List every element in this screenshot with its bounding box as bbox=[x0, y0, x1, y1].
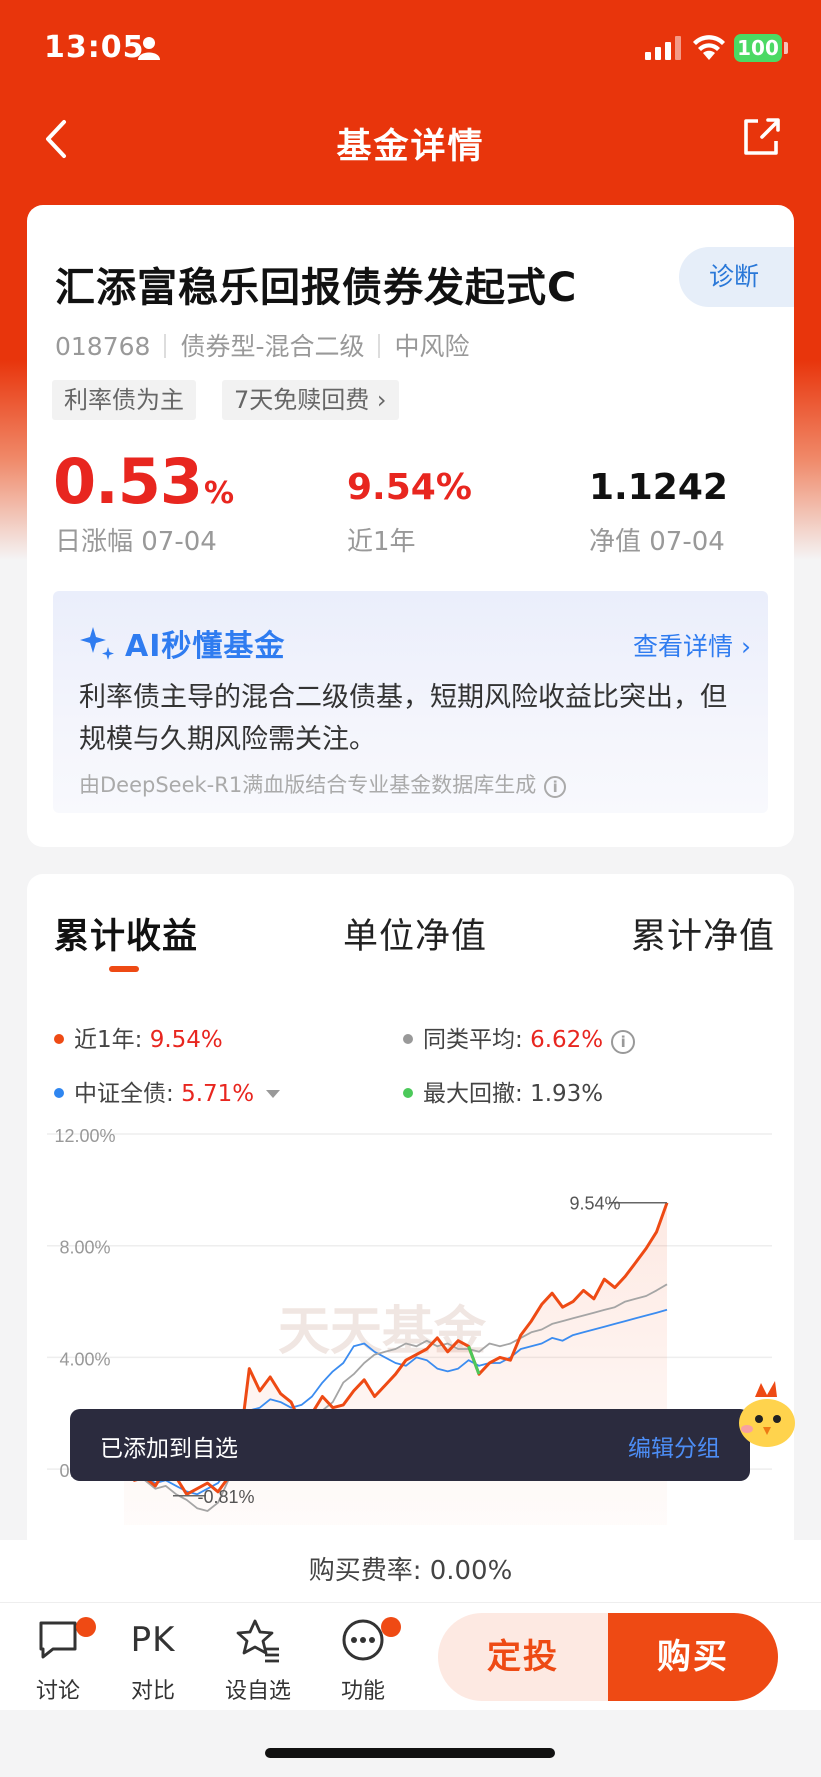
daily-change-label: 日涨幅 07-04 bbox=[55, 527, 217, 557]
tab-unit-nav[interactable]: 单位净值 bbox=[343, 908, 487, 959]
legend-dot-drawdown bbox=[403, 1088, 413, 1098]
fund-type: 债券型-混合二级 bbox=[180, 332, 365, 361]
status-bar: 13:05 100 bbox=[0, 0, 821, 100]
status-time: 13:05 bbox=[44, 30, 145, 65]
year-return-label: 近1年 bbox=[347, 527, 416, 557]
ai-source-note: 由DeepSeek-R1满血版结合专业基金数据库生成 i bbox=[79, 769, 567, 799]
fund-info-card: 汇添富稳乐回报债券发起式C 诊断 018768 债券型-混合二级 中风险 利率债为主… bbox=[27, 205, 794, 847]
info-icon[interactable]: i bbox=[544, 776, 567, 798]
chick-mascot-icon[interactable] bbox=[725, 1375, 805, 1455]
legend-value: 1.93% bbox=[530, 1081, 604, 1107]
legend-value: 6.62% bbox=[530, 1027, 604, 1053]
ai-title: AI秒懂基金 bbox=[125, 629, 286, 664]
performance-chart[interactable]: 12.00%8.00%4.00%0.00%天天基金9.54%-0.81% bbox=[27, 1124, 794, 1554]
legend-value: 5.71% bbox=[181, 1081, 255, 1107]
chat-bubble-icon bbox=[39, 1621, 77, 1659]
divider bbox=[164, 334, 167, 358]
functions-button[interactable]: 功能 bbox=[323, 1617, 403, 1705]
home-indicator bbox=[265, 1748, 555, 1758]
ai-source-text: 由DeepSeek-R1满血版结合专业基金数据库生成 bbox=[79, 773, 537, 797]
purchase-fee: 购买费率: 0.00% bbox=[0, 1540, 821, 1602]
y-tick-label: 12.00% bbox=[54, 1126, 115, 1146]
nav-value: 1.1242 bbox=[589, 467, 728, 508]
fund-risk: 中风险 bbox=[394, 332, 470, 361]
legend-label: 最大回撤: bbox=[423, 1081, 531, 1107]
active-tab-indicator bbox=[109, 966, 139, 972]
y-tick-label: 8.00% bbox=[59, 1238, 110, 1258]
discuss-label: 讨论 bbox=[35, 1679, 80, 1704]
daily-change-value: 0.53 bbox=[53, 445, 203, 518]
tab-cumulative-return[interactable]: 累计收益 bbox=[54, 908, 198, 959]
pk-icon: PK bbox=[130, 1620, 176, 1660]
legend-dot-fund bbox=[54, 1034, 64, 1044]
max-annotation-label: 9.54% bbox=[569, 1194, 620, 1214]
chevron-down-icon bbox=[266, 1090, 281, 1098]
star-list-icon bbox=[236, 1619, 279, 1663]
share-icon[interactable] bbox=[740, 115, 782, 159]
legend-peer-average: 同类平均: 6.62% i bbox=[403, 1020, 636, 1054]
min-annotation-label: -0.81% bbox=[197, 1487, 254, 1507]
toast: 已添加到自选 编辑分组 bbox=[70, 1409, 750, 1481]
auto-invest-button[interactable]: 定投 bbox=[438, 1613, 608, 1701]
add-watchlist-button[interactable]: 设自选 bbox=[218, 1617, 298, 1705]
info-icon[interactable]: i bbox=[611, 1030, 636, 1054]
compare-button[interactable]: PK 对比 bbox=[113, 1617, 193, 1705]
notification-badge bbox=[76, 1617, 96, 1637]
add-watchlist-label: 设自选 bbox=[224, 1679, 291, 1704]
fund-code: 018768 bbox=[55, 332, 151, 361]
nav-label: 净值 07-04 bbox=[589, 527, 725, 557]
divider bbox=[378, 334, 381, 358]
y-tick-label: 4.00% bbox=[59, 1349, 110, 1369]
compare-label: 对比 bbox=[130, 1679, 175, 1704]
ai-view-details-link[interactable]: 查看详情 › bbox=[633, 627, 751, 663]
diagnose-button[interactable]: 诊断 bbox=[679, 247, 794, 307]
legend-label: 中证全债: bbox=[74, 1081, 182, 1107]
bottom-action-bar: 讨论 PK 对比 设自选 功能 定投 购买 bbox=[0, 1602, 821, 1710]
toast-message: 已添加到自选 bbox=[100, 1436, 238, 1462]
legend-value: 9.54% bbox=[149, 1027, 223, 1053]
edit-group-link[interactable]: 编辑分组 bbox=[628, 1429, 720, 1463]
fund-name: 汇添富稳乐回报债券发起式C bbox=[55, 265, 578, 311]
tab-cumulative-nav[interactable]: 累计净值 bbox=[631, 908, 775, 959]
sparkle-icon bbox=[80, 627, 114, 660]
battery-tip bbox=[784, 42, 788, 54]
legend-max-drawdown: 最大回撤: 1.93% bbox=[403, 1074, 603, 1108]
legend-dot-peer bbox=[403, 1034, 413, 1044]
page-title: 基金详情 bbox=[336, 127, 485, 167]
signal-icon bbox=[645, 36, 681, 60]
functions-label: 功能 bbox=[340, 1679, 385, 1704]
percent-sign: % bbox=[203, 476, 234, 511]
legend-dot-benchmark bbox=[54, 1088, 64, 1098]
ai-summary-text: 利率债主导的混合二级债基，短期风险收益比突出，但规模与久期风险需关注。 bbox=[79, 682, 727, 755]
tag-rate-bond: 利率债为主 bbox=[52, 380, 196, 420]
legend-label: 同类平均: bbox=[423, 1027, 531, 1053]
ai-summary-box[interactable]: AI秒懂基金 查看详情 › 利率债主导的混合二级债基，短期风险收益比突出，但规模… bbox=[53, 591, 768, 813]
battery-icon: 100 bbox=[734, 34, 782, 62]
legend-benchmark[interactable]: 中证全债: 5.71% bbox=[54, 1074, 281, 1108]
fund-meta: 018768 债券型-混合二级 中风险 bbox=[55, 327, 469, 363]
buy-button[interactable]: 购买 bbox=[608, 1613, 778, 1701]
daily-change: 0.53% bbox=[53, 445, 234, 518]
tag-redemption-fee[interactable]: 7天免赎回费 › bbox=[222, 380, 399, 420]
legend-label: 近1年: bbox=[74, 1027, 150, 1053]
notification-badge bbox=[381, 1617, 401, 1637]
more-icon bbox=[342, 1619, 384, 1661]
legend-fund: 近1年: 9.54% bbox=[54, 1020, 223, 1054]
person-icon bbox=[138, 37, 160, 60]
discuss-button[interactable]: 讨论 bbox=[18, 1617, 98, 1705]
wifi-icon bbox=[693, 35, 725, 60]
year-return: 9.54% bbox=[347, 467, 472, 508]
